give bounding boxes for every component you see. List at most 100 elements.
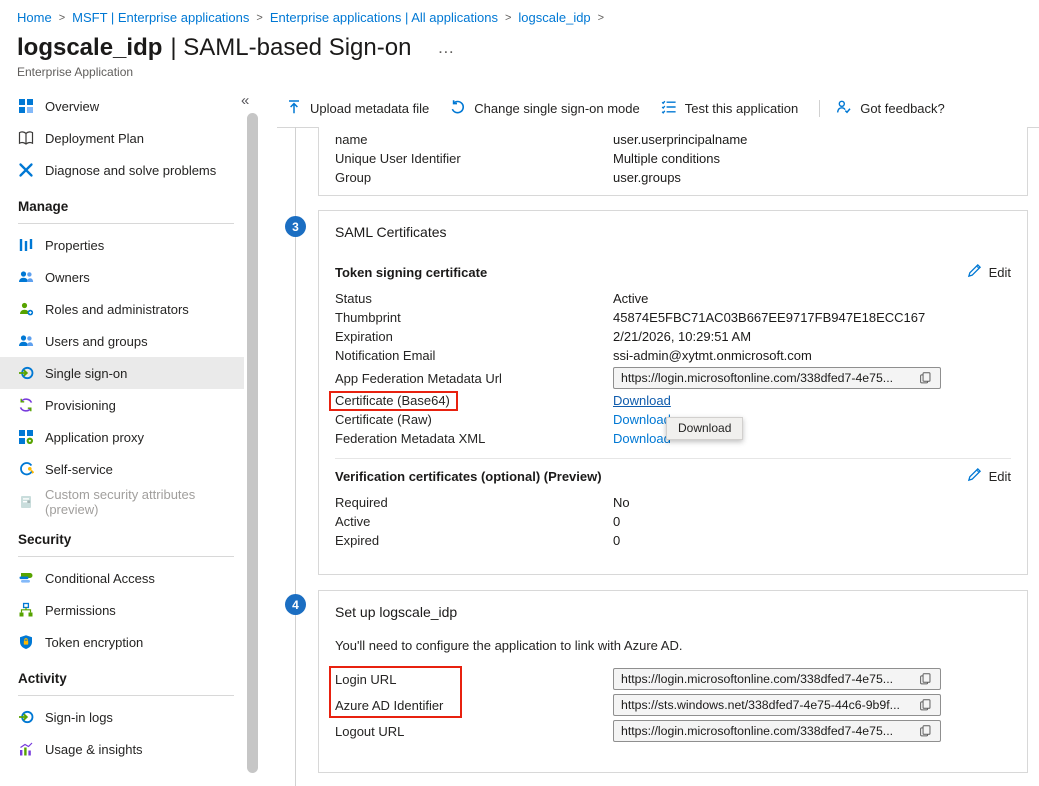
certificate-base64-row: Certificate (Base64) Download [335, 391, 1011, 410]
permissions-icon [18, 602, 34, 618]
breadcrumb-separator: > [505, 12, 511, 24]
cert-notification-email-row: Notification Email ssi-admin@xytmt.onmic… [335, 346, 1011, 365]
sidebar-scrollbar[interactable] [247, 113, 258, 773]
sidebar-item-permissions[interactable]: Permissions [0, 594, 244, 626]
feedback-icon [836, 99, 852, 118]
breadcrumb-msft-enterprise-applications[interactable]: MSFT | Enterprise applications [72, 10, 249, 25]
sidebar-nav: Overview Deployment Plan Diagnose and so… [0, 90, 244, 786]
app-federation-metadata-url-row: App Federation Metadata Url https://logi… [335, 365, 1011, 391]
command-bar: Upload metadata file Change single sign-… [286, 96, 966, 120]
sidebar-item-diagnose-solve-problems[interactable]: Diagnose and solve problems [0, 154, 244, 186]
copy-icon[interactable] [919, 724, 933, 738]
copy-icon[interactable] [919, 371, 933, 385]
step-3-badge: 3 [285, 216, 306, 237]
page-subtitle: Enterprise Application [17, 65, 1039, 79]
token-encryption-icon [18, 634, 34, 650]
change-single-sign-on-mode-button[interactable]: Change single sign-on mode [450, 99, 640, 118]
verification-certificates-heading: Verification certificates (optional) (Pr… [335, 469, 602, 484]
upload-metadata-file-button[interactable]: Upload metadata file [286, 99, 429, 118]
breadcrumb-all-applications[interactable]: Enterprise applications | All applicatio… [270, 10, 498, 25]
copy-icon[interactable] [919, 698, 933, 712]
certificate-downloads: Certificate (Base64) Download Certificat… [335, 391, 1011, 448]
card-divider [335, 458, 1011, 459]
test-application-icon [661, 99, 677, 118]
sidebar-item-deployment-plan[interactable]: Deployment Plan [0, 122, 244, 154]
cert-thumbprint-row: Thumbprint 45874E5FBC71AC03B667EE9717FB9… [335, 308, 1011, 327]
properties-icon [18, 237, 34, 253]
breadcrumb-logscale-idp[interactable]: logscale_idp [518, 10, 590, 25]
provisioning-icon [18, 397, 34, 413]
download-tooltip: Download [666, 417, 743, 440]
users-groups-icon [18, 333, 34, 349]
download-certificate-raw-link[interactable]: Download [613, 412, 671, 427]
edit-pencil-icon [967, 467, 982, 485]
login-url-row: Login URL https://login.microsoftonline.… [335, 666, 1011, 692]
self-service-icon [18, 461, 34, 477]
saml-certificates-card: SAML Certificates Token signing certific… [318, 210, 1028, 575]
sidebar-item-provisioning[interactable]: Provisioning [0, 389, 244, 421]
app-federation-metadata-url-field[interactable]: https://login.microsoftonline.com/338dfe… [613, 367, 941, 389]
edit-verification-certificates-button[interactable]: Edit [967, 467, 1011, 485]
sidebar-item-users-groups[interactable]: Users and groups [0, 325, 244, 357]
copy-icon[interactable] [919, 672, 933, 686]
attribute-row: Group user.groups [335, 168, 1011, 187]
sidebar-section-manage: Manage [18, 199, 234, 224]
azure-ad-identifier-field[interactable]: https://sts.windows.net/338dfed7-4e75-44… [613, 694, 941, 716]
cert-status-row: Status Active [335, 289, 1011, 308]
page-title-blade-name: | SAML-based Sign-on [170, 34, 411, 62]
verification-active-row: Active 0 [335, 512, 1011, 531]
sidebar-collapse-icon[interactable]: « [241, 92, 249, 109]
download-federation-metadata-xml-link[interactable]: Download [613, 431, 671, 446]
setup-app-card: Set up logscale_idp You'll need to confi… [318, 590, 1028, 773]
sidebar-item-roles-administrators[interactable]: Roles and administrators [0, 293, 244, 325]
breadcrumb-home[interactable]: Home [17, 10, 52, 25]
sidebar-item-conditional-access[interactable]: Conditional Access [0, 562, 244, 594]
sidebar-item-token-encryption[interactable]: Token encryption [0, 626, 244, 658]
sidebar-item-sign-in-logs[interactable]: Sign-in logs [0, 701, 244, 733]
breadcrumb: Home > MSFT | Enterprise applications > … [17, 10, 1039, 25]
sidebar-item-overview[interactable]: Overview [0, 90, 244, 122]
overview-icon [18, 98, 34, 114]
got-feedback-button[interactable]: Got feedback? [836, 99, 945, 118]
page-title-app-name: logscale_idp [17, 34, 162, 62]
attribute-row: Unique User Identifier Multiple conditio… [335, 149, 1011, 168]
sidebar-section-security: Security [18, 532, 234, 557]
roles-administrators-icon [18, 301, 34, 317]
owners-icon [18, 269, 34, 285]
more-menu-icon[interactable]: … [437, 38, 455, 58]
sidebar-item-self-service[interactable]: Self-service [0, 453, 244, 485]
token-signing-certificate-heading: Token signing certificate [335, 265, 487, 280]
breadcrumb-separator: > [598, 12, 604, 24]
upload-icon [286, 99, 302, 118]
azure-ad-identifier-row: Azure AD Identifier https://sts.windows.… [335, 692, 1011, 718]
page-header: Home > MSFT | Enterprise applications > … [0, 0, 1039, 79]
sidebar-item-application-proxy[interactable]: Application proxy [0, 421, 244, 453]
sidebar-item-single-sign-on[interactable]: Single sign-on [0, 357, 244, 389]
sidebar-item-properties[interactable]: Properties [0, 229, 244, 261]
usage-insights-icon [18, 741, 34, 757]
sidebar-item-owners[interactable]: Owners [0, 261, 244, 293]
edit-token-certificate-button[interactable]: Edit [967, 263, 1011, 281]
sidebar-item-usage-insights[interactable]: Usage & insights [0, 733, 244, 765]
attributes-claims-card: name user.userprincipalname Unique User … [318, 127, 1028, 196]
breadcrumb-separator: > [59, 12, 65, 24]
download-certificate-base64-link[interactable]: Download [613, 393, 671, 408]
edit-pencil-icon [967, 263, 982, 281]
cert-expiration-row: Expiration 2/21/2026, 10:29:51 AM [335, 327, 1011, 346]
azure-portal-page: Home > MSFT | Enterprise applications > … [0, 0, 1039, 786]
logout-url-row: Logout URL https://login.microsoftonline… [335, 718, 1011, 744]
conditional-access-icon [18, 570, 34, 586]
logout-url-field[interactable]: https://login.microsoftonline.com/338dfe… [613, 720, 941, 742]
single-sign-on-icon [18, 365, 34, 381]
toolbar-separator [819, 100, 820, 117]
setup-card-description: You'll need to configure the application… [335, 637, 1011, 654]
sidebar-item-custom-security-attributes[interactable]: Custom security attributes (preview) [0, 485, 244, 519]
login-url-field[interactable]: https://login.microsoftonline.com/338dfe… [613, 668, 941, 690]
deployment-plan-icon [18, 130, 34, 146]
application-proxy-icon [18, 429, 34, 445]
verification-expired-row: Expired 0 [335, 531, 1011, 550]
step-4-badge: 4 [285, 594, 306, 615]
test-this-application-button[interactable]: Test this application [661, 99, 798, 118]
verification-required-row: Required No [335, 493, 1011, 512]
attribute-row: name user.userprincipalname [335, 130, 1011, 149]
